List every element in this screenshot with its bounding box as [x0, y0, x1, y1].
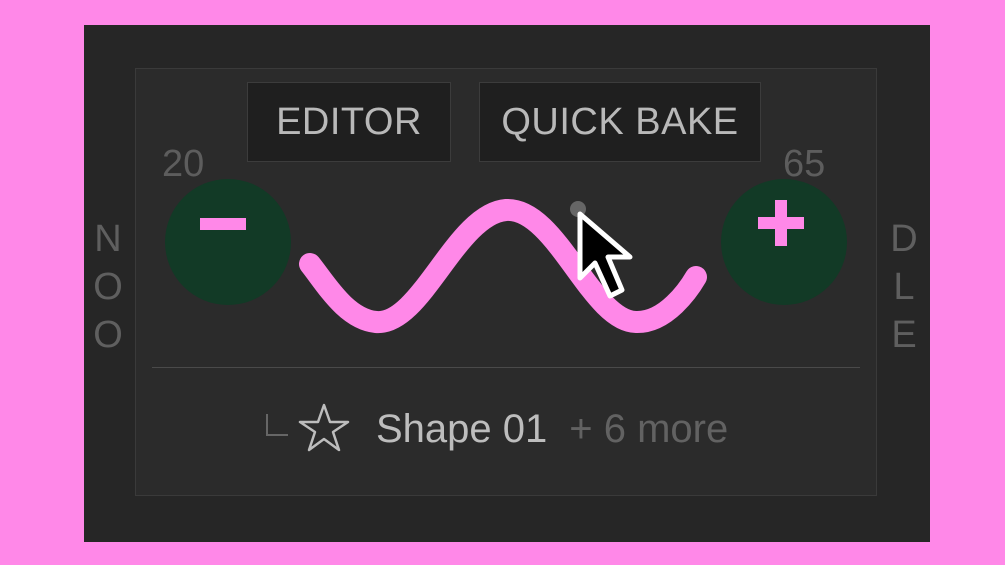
more-shapes-link[interactable]: + 6 more [569, 407, 728, 452]
minus-icon [200, 218, 246, 230]
side-label-right: D L E [890, 218, 918, 356]
shape-name[interactable]: Shape 01 [376, 407, 547, 452]
tree-branch-icon [266, 414, 288, 436]
increase-button[interactable] [721, 179, 847, 305]
divider [152, 367, 860, 368]
app-window: N O O D L E 20 65 EDITOR QUICK BAKE Shap… [84, 25, 930, 542]
shape-panel: 20 65 EDITOR QUICK BAKE Shape 01 + 6 mor… [135, 68, 877, 496]
star-icon[interactable] [296, 401, 352, 457]
editor-button[interactable]: EDITOR [247, 82, 451, 162]
mouse-cursor-icon [577, 211, 633, 299]
decrease-button[interactable] [165, 179, 291, 305]
shape-footer: Shape 01 + 6 more [266, 399, 728, 459]
side-label-left: N O O [93, 218, 123, 356]
value-left: 20 [162, 143, 205, 185]
quick-bake-button[interactable]: QUICK BAKE [479, 82, 761, 162]
